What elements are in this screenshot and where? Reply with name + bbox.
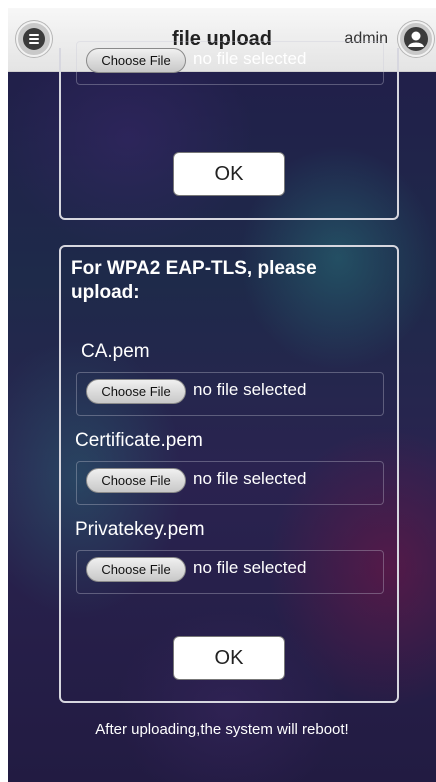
choose-file-button[interactable]: Choose File bbox=[86, 557, 186, 582]
certificate-file-label: Certificate.pem bbox=[75, 430, 203, 451]
user-avatar-button[interactable] bbox=[398, 21, 434, 57]
user-icon bbox=[404, 27, 428, 51]
file-status-text: no file selected bbox=[193, 469, 307, 488]
eap-tls-upload-card: For WPA2 EAP-TLS, please upload: CA.pem … bbox=[59, 245, 399, 703]
choose-file-button[interactable]: Choose File bbox=[86, 379, 186, 404]
reboot-notice: After uploading,the system will reboot! bbox=[95, 721, 349, 738]
privatekey-file-input-row[interactable]: Choose File no file selected bbox=[76, 550, 384, 594]
ca-file-input-row[interactable]: Choose File no file selected bbox=[76, 372, 384, 416]
upload-card-top: Choose File no file selected OK bbox=[59, 41, 399, 220]
ok-button-top[interactable]: OK bbox=[173, 152, 285, 196]
privatekey-file-label: Privatekey.pem bbox=[75, 519, 205, 540]
file-status-text: no file selected bbox=[193, 49, 307, 68]
choose-file-button[interactable]: Choose File bbox=[86, 468, 186, 493]
file-input-row[interactable]: Choose File no file selected bbox=[76, 41, 384, 85]
ok-button-eap-tls[interactable]: OK bbox=[173, 636, 285, 680]
choose-file-button[interactable]: Choose File bbox=[86, 48, 186, 73]
file-status-text: no file selected bbox=[193, 558, 307, 577]
app-frame: file upload admin Choose File no file se… bbox=[8, 8, 436, 782]
certificate-file-input-row[interactable]: Choose File no file selected bbox=[76, 461, 384, 505]
ca-file-label: CA.pem bbox=[81, 341, 150, 362]
eap-tls-heading: For WPA2 EAP-TLS, please upload: bbox=[71, 258, 317, 303]
file-status-text: no file selected bbox=[193, 380, 307, 399]
